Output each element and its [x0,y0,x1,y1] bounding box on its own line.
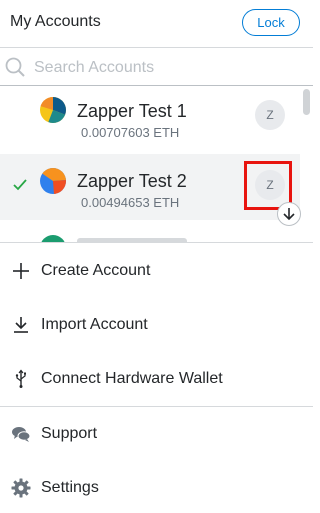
divider [0,406,313,407]
search-bar [0,48,313,86]
account-avatar [40,235,66,242]
scroll-down-button[interactable] [277,202,301,226]
download-icon [14,317,28,333]
import-account-button[interactable]: Import Account [0,300,313,350]
page-title: My Accounts [10,13,101,30]
connect-hardware-wallet-label: Connect Hardware Wallet [41,370,223,387]
connect-hardware-wallet-button[interactable]: Connect Hardware Wallet [0,354,313,404]
import-account-label: Import Account [41,316,148,333]
account-balance: 0.00494653 ETH [81,195,180,210]
account-name: Zapper Test 1 [77,101,187,121]
plus-icon [13,263,29,279]
search-icon [5,57,25,77]
account-menu-header: My Accounts Lock [0,0,313,48]
lock-button[interactable]: Lock [242,9,300,36]
account-balance: 0.00707603 ETH [81,125,180,140]
account-list-scrollbar[interactable] [303,89,310,115]
support-button[interactable]: Support [0,409,313,459]
account-name: Zapper Test 2 [77,171,187,191]
usb-icon [15,369,26,388]
arrow-down-icon [283,208,295,221]
check-icon [13,179,27,191]
gear-icon [11,478,31,498]
search-input[interactable] [34,57,294,79]
account-item[interactable]: Zapper Test 1 0.00707603 ETH Z [0,87,300,153]
support-label: Support [41,425,98,442]
account-item[interactable] [0,221,300,242]
account-avatar [40,168,66,194]
create-account-button[interactable]: Create Account [0,246,313,296]
settings-label: Settings [41,479,99,496]
chat-icon [12,427,31,442]
account-name-placeholder [77,238,187,242]
account-avatar [40,97,66,123]
settings-button[interactable]: Settings [0,463,313,513]
create-account-label: Create Account [41,262,151,279]
account-badge[interactable]: Z [255,100,285,130]
